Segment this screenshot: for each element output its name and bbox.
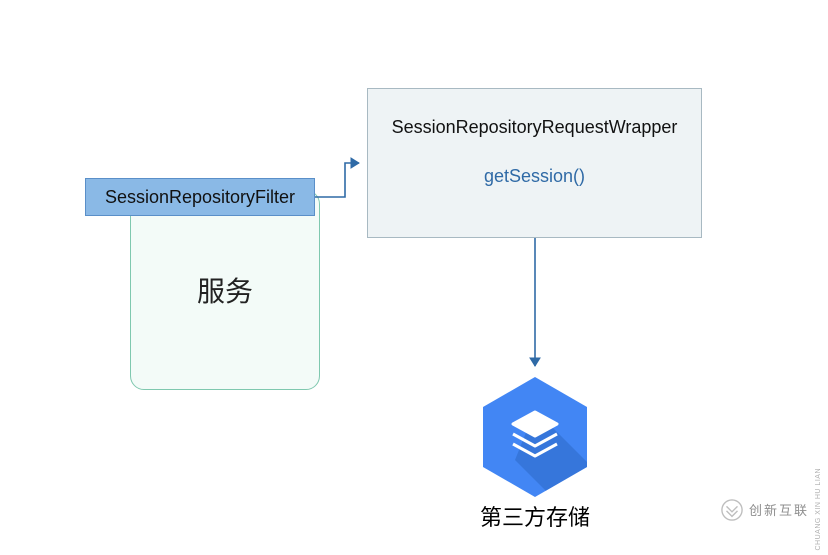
watermark-logo-icon <box>721 499 743 521</box>
wrapper-title: SessionRepositoryRequestWrapper <box>392 117 678 138</box>
wrapper-method: getSession() <box>484 166 585 187</box>
service-box: 服务 <box>130 190 320 390</box>
watermark-brand-cn: 创新互联 <box>749 500 809 519</box>
filter-label: SessionRepositoryFilter <box>105 187 295 208</box>
watermark-brand-en: CHUANG XIN HU LIAN <box>815 468 822 551</box>
watermark: 创新互联 CHUANG XIN HU LIAN <box>721 468 822 551</box>
filter-box: SessionRepositoryFilter <box>85 178 315 216</box>
service-label: 服务 <box>197 270 253 310</box>
arrow-filter-to-wrapper <box>315 150 370 210</box>
wrapper-box: SessionRepositoryRequestWrapper getSessi… <box>367 88 702 238</box>
storage-hexagon-icon <box>475 370 595 505</box>
storage-label: 第三方存储 <box>475 500 595 532</box>
arrow-wrapper-to-storage <box>525 238 545 378</box>
